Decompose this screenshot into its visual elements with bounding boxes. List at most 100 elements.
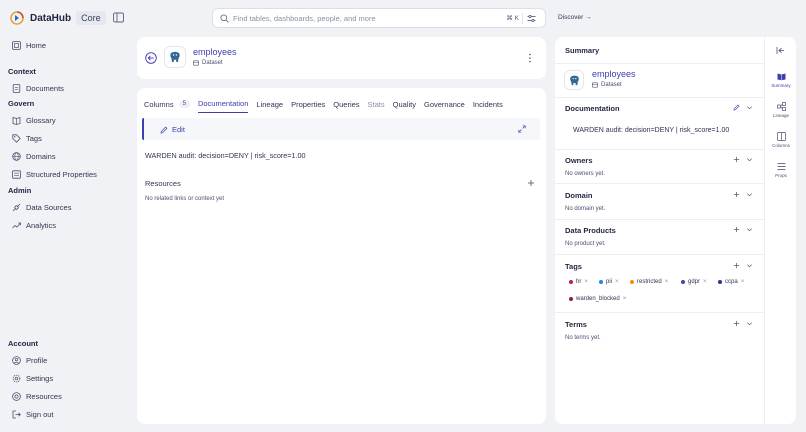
back-arrow-icon[interactable]	[145, 52, 157, 64]
divider	[555, 254, 764, 255]
sidebar-collapse-icon[interactable]	[113, 12, 124, 23]
tag-chip-ccpa[interactable]: ccpa ×	[718, 277, 744, 286]
home-icon	[12, 40, 21, 50]
plus-icon[interactable]	[733, 191, 740, 198]
sidebar-item-label: Sign out	[26, 409, 54, 419]
remove-tag-icon[interactable]: ×	[665, 279, 669, 285]
sidebar-item-label: Analytics	[26, 220, 57, 230]
sidebar-item-sign-out[interactable]: Sign out	[12, 407, 54, 421]
plus-icon[interactable]	[733, 226, 740, 233]
remove-tag-icon[interactable]: ×	[623, 296, 627, 302]
pencil-icon[interactable]	[733, 104, 740, 111]
rail-tab-summary[interactable]: Summary	[765, 72, 797, 88]
expand-icon[interactable]	[518, 125, 526, 133]
entity-header: employees Dataset	[137, 37, 546, 79]
nav-section-account: Account	[8, 339, 38, 348]
nav-section-context: Context	[8, 67, 36, 76]
plus-icon[interactable]	[733, 262, 740, 269]
remove-tag-icon[interactable]: ×	[703, 279, 707, 285]
tag-chip-warden-blocked[interactable]: warden_blocked ×	[569, 294, 626, 303]
plus-icon[interactable]	[733, 156, 740, 163]
remove-tag-icon[interactable]: ×	[615, 279, 619, 285]
sidebar-item-glossary[interactable]: Glossary	[12, 113, 56, 127]
main-content: Columns 5 Documentation Lineage Properti…	[137, 88, 546, 424]
sidebar-item-data-sources[interactable]: Data Sources	[12, 200, 71, 214]
chevron-down-icon[interactable]	[746, 320, 753, 327]
summary-entity-type: Dataset	[592, 82, 622, 88]
sidebar-item-profile[interactable]: Profile	[12, 353, 47, 367]
rail-label: Summary	[771, 83, 791, 88]
rail-tab-columns[interactable]: Columns	[765, 132, 797, 148]
summary-tags-title: Tags	[565, 262, 582, 271]
edit-documentation-button[interactable]: Edit	[160, 125, 185, 134]
edit-label: Edit	[172, 125, 185, 134]
tab-lineage[interactable]: Lineage	[256, 99, 283, 113]
tag-dot	[630, 279, 634, 284]
sidebar-item-structured-properties[interactable]: Structured Properties	[12, 167, 97, 181]
tab-governance[interactable]: Governance	[424, 99, 465, 113]
sidebar-item-home[interactable]: Home	[12, 38, 46, 52]
plus-icon[interactable]	[733, 320, 740, 327]
chevron-down-icon[interactable]	[746, 156, 753, 163]
remove-tag-icon[interactable]: ×	[584, 279, 588, 285]
chevron-down-icon[interactable]	[746, 226, 753, 233]
chevron-down-icon[interactable]	[746, 104, 753, 111]
tag-label: hr	[576, 278, 582, 285]
resources-title: Resources	[145, 179, 181, 188]
remove-tag-icon[interactable]: ×	[741, 279, 745, 285]
chevron-down-icon[interactable]	[746, 262, 753, 269]
search-input[interactable]: Find tables, dashboards, people, and mor…	[212, 8, 546, 28]
entity-name[interactable]: employees	[193, 47, 237, 57]
add-resource-icon[interactable]	[527, 179, 535, 187]
summary-entity-name[interactable]: employees	[592, 69, 636, 79]
sidebar-item-label: Documents	[26, 83, 64, 93]
tab-queries[interactable]: Queries	[333, 99, 359, 113]
rail-tab-lineage[interactable]: Lineage	[765, 102, 797, 118]
tab-label: Quality	[392, 99, 416, 109]
sidebar-item-documents[interactable]: Documents	[12, 81, 64, 95]
tag-chip-hr[interactable]: hr ×	[569, 277, 588, 286]
postgres-logo	[164, 46, 186, 68]
nav-section-govern: Govern	[8, 99, 35, 108]
close-panel-icon[interactable]	[776, 46, 785, 55]
postgres-logo	[564, 70, 584, 90]
divider	[555, 97, 764, 98]
sidebar-item-domains[interactable]: Domains	[12, 149, 56, 163]
tab-label: Queries	[333, 99, 360, 109]
divider	[555, 183, 764, 184]
chevron-down-icon[interactable]	[746, 191, 753, 198]
filter-icon[interactable]	[527, 14, 536, 23]
tab-incidents[interactable]: Incidents	[473, 99, 503, 113]
app-badge: Core	[76, 11, 106, 25]
discover-link[interactable]: Discover →	[558, 14, 592, 21]
pencil-icon	[160, 126, 168, 133]
tag-chip-pii[interactable]: pii ×	[599, 277, 619, 286]
tab-properties[interactable]: Properties	[291, 99, 325, 113]
entity-type: Dataset	[193, 60, 223, 66]
trend-icon	[12, 222, 21, 228]
sidebar-item-label: Tags	[26, 133, 42, 143]
tab-columns[interactable]: Columns 5	[144, 99, 190, 113]
brand[interactable]: DataHub Core	[10, 9, 106, 27]
postgres-elephant-icon	[170, 51, 180, 62]
rail-label: Lineage	[772, 113, 790, 118]
tab-stats[interactable]: Stats	[368, 99, 385, 113]
entity-type-label: Dataset	[601, 82, 622, 88]
tag-chip-restricted[interactable]: restricted ×	[630, 277, 668, 286]
document-icon	[12, 83, 21, 93]
sidebar-item-analytics[interactable]: Analytics	[12, 218, 56, 232]
globe-icon	[12, 151, 21, 161]
tab-documentation[interactable]: Documentation	[197, 99, 249, 113]
sidebar-item-resources[interactable]: Resources	[12, 389, 62, 403]
more-vertical-icon[interactable]	[528, 52, 532, 64]
rail-tab-props[interactable]: Props	[765, 162, 797, 178]
datahub-logo-icon	[10, 11, 24, 25]
postgres-elephant-icon	[569, 75, 579, 85]
divider	[555, 149, 764, 150]
sidebar-item-tags[interactable]: Tags	[12, 131, 42, 145]
tab-quality[interactable]: Quality	[393, 99, 416, 113]
sidebar-item-settings[interactable]: Settings	[12, 371, 53, 385]
search-divider	[522, 13, 523, 24]
tag-chip-gdpr[interactable]: gdpr ×	[681, 277, 707, 286]
gear-icon	[12, 374, 21, 382]
